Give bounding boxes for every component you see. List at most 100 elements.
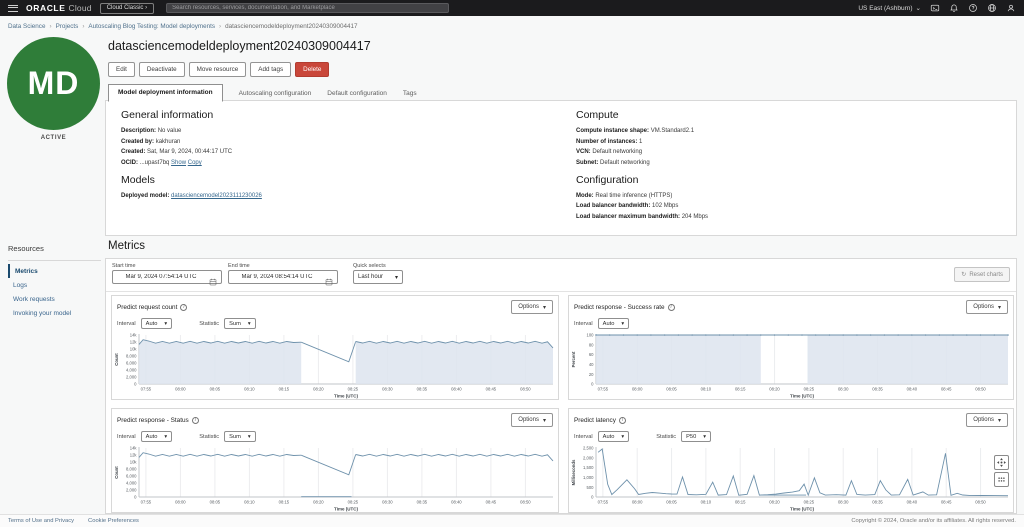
sidebar-item-logs[interactable]: Logs <box>8 278 105 292</box>
subnet-field: Subnet: Default networking <box>576 160 996 166</box>
deployed-model-link[interactable]: datasciencemodel2023111230026 <box>171 193 262 199</box>
svg-text:Time (UTC): Time (UTC) <box>334 507 358 512</box>
cookie-preferences-link[interactable]: Cookie Preferences <box>88 518 139 524</box>
help-icon[interactable] <box>968 3 978 13</box>
cloud-shell-icon[interactable] <box>930 3 940 13</box>
options-button[interactable]: Options▾ <box>511 300 553 314</box>
svg-text:Percent: Percent <box>571 351 576 367</box>
reset-charts-button[interactable]: ↻ Reset charts <box>954 267 1010 282</box>
svg-text:12k: 12k <box>130 340 138 345</box>
lb-bandwidth-field: Load balancer bandwidth: 102 Mbps <box>576 203 996 209</box>
options-button[interactable]: Options ▾ <box>966 413 1008 427</box>
compute-heading: Compute <box>576 109 996 121</box>
sidebar-item-metrics[interactable]: Metrics <box>8 264 105 278</box>
field-value: Real time inference (HTTPS) <box>595 193 672 199</box>
options-button[interactable]: Options▾ <box>511 413 553 427</box>
add-tags-button[interactable]: Add tags <box>250 62 291 77</box>
chevron-down-icon: ▾ <box>703 434 706 440</box>
interval-value: Auto <box>603 434 615 440</box>
calendar-icon[interactable] <box>209 273 217 281</box>
info-icon[interactable]: i <box>619 417 626 424</box>
sidebar-item-invoking-your-model[interactable]: Invoking your model <box>8 307 105 321</box>
ocid-show-link[interactable]: Show <box>171 160 186 166</box>
divider <box>8 260 101 261</box>
svg-text:08:00: 08:00 <box>632 500 643 505</box>
terms-link[interactable]: Terms of Use and Privacy <box>8 518 74 524</box>
svg-text:4,000: 4,000 <box>126 481 137 486</box>
delete-button[interactable]: Delete <box>295 62 329 77</box>
quick-selects-dropdown[interactable]: Last hour ▾ <box>353 270 403 284</box>
interval-select[interactable]: Auto▾ <box>598 431 630 442</box>
svg-text:08:50: 08:50 <box>520 500 531 505</box>
predict-latency-chart: 05001,0001,5002,0002,50007:5508:0008:050… <box>569 444 1013 517</box>
svg-text:14k: 14k <box>130 446 138 451</box>
edit-button[interactable]: Edit <box>108 62 135 77</box>
interval-select[interactable]: Auto▾ <box>141 431 173 442</box>
info-icon[interactable]: i <box>180 304 187 311</box>
breadcrumb-model-deployments[interactable]: Autoscaling Blog Testing: Model deployme… <box>88 23 215 30</box>
svg-text:2,000: 2,000 <box>583 455 594 460</box>
start-time-value[interactable] <box>113 273 209 281</box>
metrics-panel: Start time End time Quick selects Last h… <box>105 258 1017 514</box>
info-icon[interactable]: i <box>192 417 199 424</box>
pan-chart-button[interactable] <box>994 455 1009 470</box>
sidebar-item-work-requests[interactable]: Work requests <box>8 292 105 306</box>
svg-text:1,000: 1,000 <box>583 475 594 480</box>
announcements-bell-icon[interactable] <box>949 3 959 13</box>
ocid-copy-link[interactable]: Copy <box>188 160 202 166</box>
deployed-model-field: Deployed model: datasciencemodel20231112… <box>121 193 551 199</box>
options-button[interactable]: Options▾ <box>966 300 1008 314</box>
calendar-icon[interactable] <box>325 273 333 281</box>
oci-console-page: ORACLECloud Cloud Classic › US East (Ash… <box>0 0 1024 527</box>
ocid-field: OCID: ...upast7bq Show Copy <box>121 160 551 166</box>
statistic-label: Statistic <box>199 434 219 440</box>
statistic-select[interactable]: P50▾ <box>681 431 711 442</box>
end-time-value[interactable] <box>229 273 325 281</box>
breadcrumb-projects[interactable]: Projects <box>56 23 79 30</box>
svg-text:40: 40 <box>589 362 594 367</box>
cloud-classic-button[interactable]: Cloud Classic › <box>100 3 154 14</box>
tab-model-deployment-information[interactable]: Model deployment information <box>108 84 223 102</box>
hamburger-menu-icon[interactable] <box>8 5 18 12</box>
statistic-select[interactable]: Sum▾ <box>224 431 256 442</box>
chart-float-tools <box>994 455 1009 487</box>
svg-text:08:05: 08:05 <box>210 500 221 505</box>
field-value: No value <box>158 128 182 134</box>
interval-select[interactable]: Auto▾ <box>598 318 630 329</box>
quick-selects-label: Quick selects <box>353 263 386 269</box>
options-label: Options <box>973 417 994 423</box>
search-input[interactable] <box>166 3 449 13</box>
svg-text:08:20: 08:20 <box>769 500 780 505</box>
svg-text:6,000: 6,000 <box>126 474 137 479</box>
statistic-select[interactable]: Sum▾ <box>224 318 256 329</box>
field-label: Description: <box>121 128 156 134</box>
svg-text:Time (UTC): Time (UTC) <box>790 507 814 512</box>
svg-text:Count: Count <box>114 353 119 366</box>
drag-handle-button[interactable] <box>994 472 1009 487</box>
svg-text:0: 0 <box>591 382 594 387</box>
move-resource-button[interactable]: Move resource <box>189 62 247 77</box>
svg-text:08:05: 08:05 <box>666 500 677 505</box>
language-globe-icon[interactable] <box>987 3 997 13</box>
interval-label: Interval <box>574 321 593 327</box>
chevron-down-icon: ▾ <box>248 321 251 327</box>
svg-text:08:25: 08:25 <box>804 387 815 392</box>
svg-text:08:05: 08:05 <box>210 387 221 392</box>
interval-value: Auto <box>603 321 615 327</box>
field-label: OCID: <box>121 160 138 166</box>
breadcrumb-data-science[interactable]: Data Science <box>8 23 45 30</box>
interval-label: Interval <box>574 434 593 440</box>
deactivate-button[interactable]: Deactivate <box>139 62 185 77</box>
chevron-down-icon: ▾ <box>998 417 1001 424</box>
profile-icon[interactable] <box>1006 3 1016 13</box>
region-selector[interactable]: US East (Ashburn)⌄ <box>858 4 921 12</box>
info-icon[interactable]: i <box>668 304 675 311</box>
start-time-input[interactable] <box>112 270 222 284</box>
oracle-cloud-logo[interactable]: ORACLECloud <box>26 3 92 13</box>
chevron-down-icon: ▾ <box>998 304 1001 311</box>
interval-select[interactable]: Auto▾ <box>141 318 173 329</box>
end-time-input[interactable] <box>228 270 338 284</box>
svg-text:08:50: 08:50 <box>520 387 531 392</box>
models-heading: Models <box>121 174 551 186</box>
interval-label: Interval <box>117 434 136 440</box>
